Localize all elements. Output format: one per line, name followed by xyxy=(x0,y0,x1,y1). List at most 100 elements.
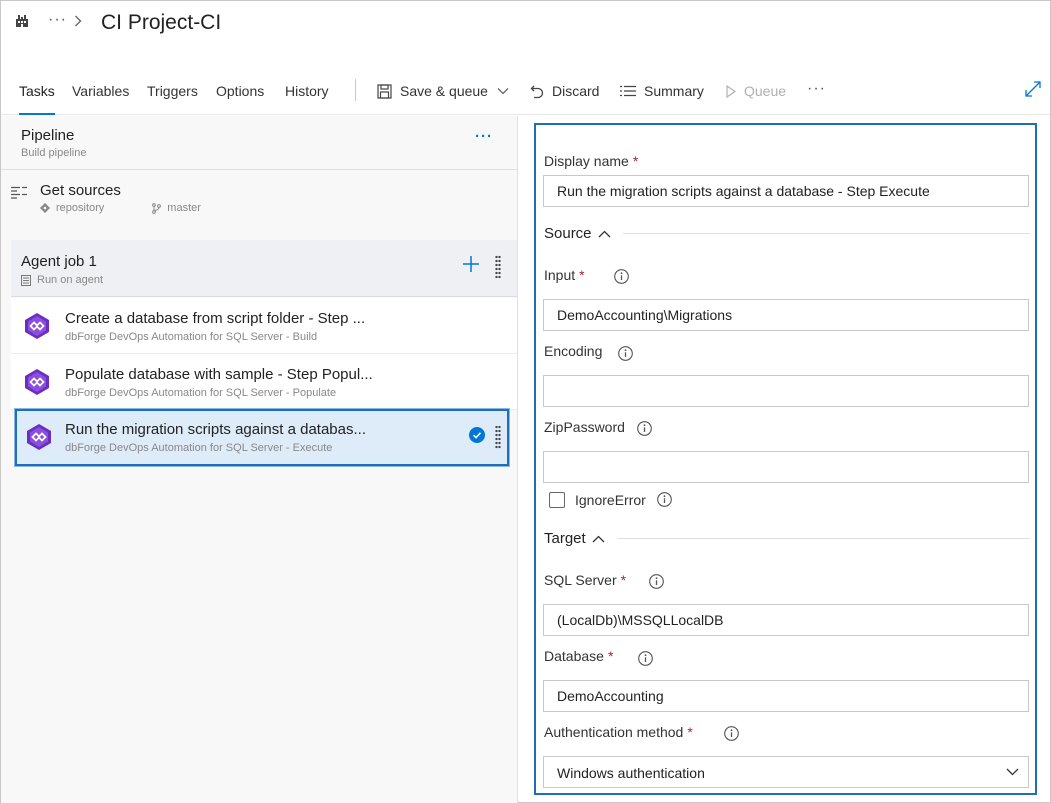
input-field[interactable]: DemoAccounting\Migrations xyxy=(543,299,1029,331)
required-mark: * xyxy=(620,572,627,588)
summary-label: Summary xyxy=(644,83,704,99)
required-mark: * xyxy=(607,648,614,664)
pipeline-more-button[interactable]: ··· xyxy=(475,128,493,145)
tab-options[interactable]: Options xyxy=(216,83,264,99)
play-icon xyxy=(726,84,736,98)
grip-icon[interactable] xyxy=(495,425,501,449)
info-icon[interactable] xyxy=(724,726,739,746)
queue-button[interactable]: Queue xyxy=(726,83,786,99)
zip-password-label: ZipPassword xyxy=(544,419,625,435)
save-queue-label: Save & queue xyxy=(400,83,488,99)
plus-icon[interactable] xyxy=(462,255,480,278)
task-subtitle: dbForge DevOps Automation for SQL Server… xyxy=(65,387,337,399)
chevron-up-icon xyxy=(592,535,605,542)
save-icon xyxy=(377,83,392,99)
display-name-label: Display name * xyxy=(544,153,638,169)
task-settings-panel: Display name * Run the migration scripts … xyxy=(534,123,1037,795)
agent-job-title: Agent job 1 xyxy=(21,253,97,270)
toolbar-more-button[interactable]: ··· xyxy=(807,80,826,98)
ignore-error-label: IgnoreError xyxy=(575,492,646,508)
auth-method-select[interactable]: Windows authentication xyxy=(543,756,1029,788)
chevron-down-icon xyxy=(497,88,509,95)
get-sources-icon xyxy=(11,186,27,205)
info-icon[interactable] xyxy=(657,492,672,512)
section-divider xyxy=(622,233,1030,234)
header: ··· CI Project-CI xyxy=(1,1,1050,47)
branch-tag: master xyxy=(152,202,225,214)
get-sources-item[interactable]: Get sources repository master xyxy=(1,171,517,227)
auth-method-value: Windows authentication xyxy=(557,765,705,781)
task-title: Create a database from script folder - S… xyxy=(65,310,366,327)
task-item-selected[interactable]: Run the migration scripts against a data… xyxy=(15,409,509,466)
repo-icon xyxy=(40,203,50,213)
required-mark: * xyxy=(632,153,639,169)
auth-method-label-text: Authentication method xyxy=(544,724,684,740)
pipeline-header[interactable]: Pipeline Build pipeline ··· xyxy=(1,116,517,170)
sql-server-label: SQL Server * xyxy=(544,572,626,588)
tab-triggers[interactable]: Triggers xyxy=(147,83,198,99)
get-sources-meta: repository master xyxy=(40,202,249,214)
chevron-down-icon xyxy=(1006,768,1019,776)
discard-label: Discard xyxy=(552,83,600,99)
sql-server-label-text: SQL Server xyxy=(544,572,617,588)
save-queue-button[interactable]: Save & queue xyxy=(377,83,509,99)
pipeline-subtitle: Build pipeline xyxy=(21,147,87,159)
database-label: Database * xyxy=(544,648,613,664)
chevron-right-icon xyxy=(74,14,82,32)
required-mark: * xyxy=(687,724,693,740)
list-icon xyxy=(620,85,636,97)
task-subtitle: dbForge DevOps Automation for SQL Server… xyxy=(65,331,318,343)
task-subtitle: dbForge DevOps Automation for SQL Server… xyxy=(65,442,333,454)
zip-password-field[interactable] xyxy=(543,451,1029,483)
tab-variables[interactable]: Variables xyxy=(72,83,129,99)
task-title: Run the migration scripts against a data… xyxy=(65,421,366,438)
branch-label: master xyxy=(167,202,201,214)
pipeline-title: Pipeline xyxy=(21,127,75,144)
dbforge-task-icon xyxy=(25,423,53,456)
expand-icon[interactable] xyxy=(1025,81,1041,102)
task-item[interactable]: Create a database from script folder - S… xyxy=(11,298,517,354)
database-field[interactable]: DemoAccounting xyxy=(543,680,1029,712)
org-icon[interactable] xyxy=(15,14,29,33)
window-frame: ··· CI Project-CI Tasks Variables Trigge… xyxy=(0,0,1051,803)
grip-icon[interactable] xyxy=(495,255,501,279)
encoding-field[interactable] xyxy=(543,375,1029,407)
target-section-title: Target xyxy=(544,530,586,547)
branch-icon xyxy=(152,202,162,214)
dbforge-task-icon xyxy=(23,312,51,345)
discard-button[interactable]: Discard xyxy=(530,83,599,99)
check-circle-icon xyxy=(469,427,485,448)
sql-server-field[interactable]: (LocalDb)\MSSQLLocalDB xyxy=(543,604,1029,636)
input-label-text: Input xyxy=(544,267,576,283)
display-name-field[interactable]: Run the migration scripts against a data… xyxy=(543,175,1029,207)
chevron-up-icon xyxy=(598,230,610,237)
input-label: Input * xyxy=(544,267,585,283)
section-divider xyxy=(616,538,1030,539)
summary-button[interactable]: Summary xyxy=(620,83,704,99)
breadcrumb-more-button[interactable]: ··· xyxy=(48,11,67,29)
database-label-text: Database xyxy=(544,648,604,664)
page-title: CI Project-CI xyxy=(101,11,222,34)
repository-label: repository xyxy=(56,202,105,214)
tab-history[interactable]: History xyxy=(285,83,329,99)
dbforge-task-icon xyxy=(23,368,51,401)
target-section-header[interactable]: Target xyxy=(544,530,1030,547)
info-icon[interactable] xyxy=(637,421,652,441)
encoding-label: Encoding xyxy=(544,343,603,359)
tab-tasks[interactable]: Tasks xyxy=(19,83,55,115)
get-sources-title: Get sources xyxy=(40,182,121,199)
undo-icon xyxy=(530,85,544,98)
display-name-label-text: Display name xyxy=(544,153,629,169)
task-item[interactable]: Populate database with sample - Step Pop… xyxy=(11,354,517,410)
required-mark: * xyxy=(579,267,585,283)
agent-job[interactable]: Agent job 1 Run on agent xyxy=(11,240,517,297)
ignore-error-checkbox[interactable] xyxy=(549,492,565,508)
auth-method-label: Authentication method * xyxy=(544,724,693,740)
info-icon[interactable] xyxy=(614,269,629,289)
info-icon[interactable] xyxy=(649,574,664,594)
agent-job-subtitle: Run on agent xyxy=(21,274,103,286)
source-section-header[interactable]: Source xyxy=(544,225,1030,242)
agent-icon xyxy=(21,274,31,286)
info-icon[interactable] xyxy=(638,651,653,671)
info-icon[interactable] xyxy=(618,346,633,366)
